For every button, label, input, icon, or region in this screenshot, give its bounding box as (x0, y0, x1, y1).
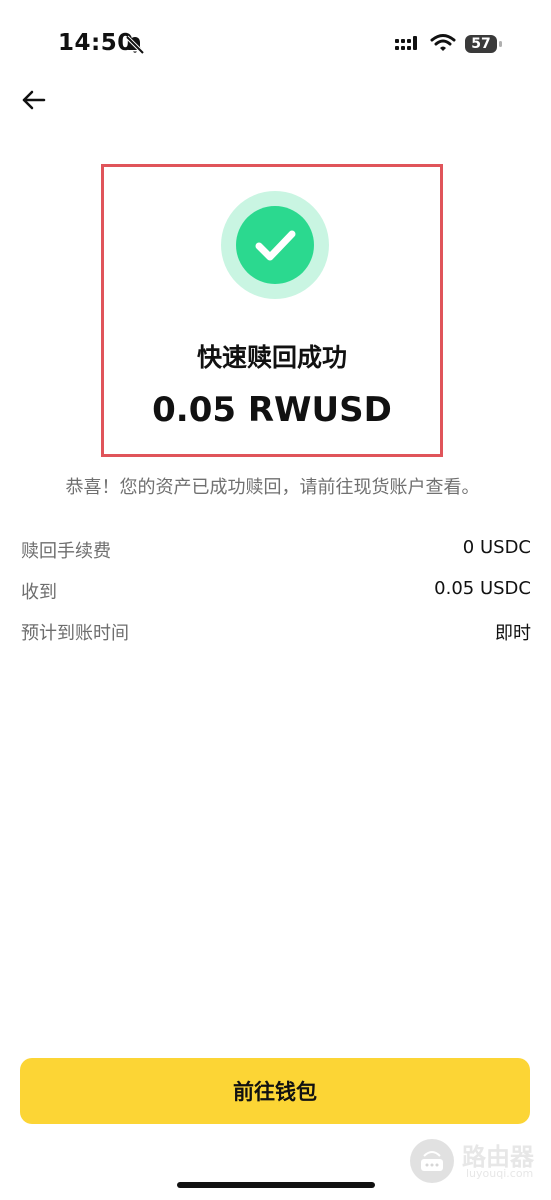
watermark-logo-icon (410, 1139, 454, 1183)
home-indicator[interactable] (177, 1182, 375, 1188)
watermark: 路由器 luyouqi.com (410, 1135, 545, 1185)
detail-row-fee: 赎回手续费 0 USDC (21, 537, 531, 565)
go-to-wallet-label: 前往钱包 (233, 1081, 317, 1104)
detail-value: 即时 (495, 623, 531, 644)
back-button[interactable] (18, 84, 52, 118)
detail-row-received: 收到 0.05 USDC (21, 578, 531, 606)
watermark-subtext: luyouqi.com (466, 1167, 534, 1180)
detail-label: 预计到账时间 (21, 623, 129, 644)
bell-off-icon (124, 34, 146, 56)
detail-value: 0 USDC (462, 537, 531, 558)
signal-icon (394, 34, 420, 54)
status-bar: 14:50 57 (0, 0, 551, 90)
wifi-icon (430, 33, 456, 53)
battery-level: 57 (465, 35, 497, 53)
go-to-wallet-button[interactable]: 前往钱包 (20, 1058, 530, 1124)
arrow-left-icon (22, 90, 46, 110)
detail-label: 收到 (21, 582, 57, 603)
result-title: 快速赎回成功 (196, 343, 347, 372)
battery-tip (499, 41, 502, 47)
result-amount: 0.05 RWUSD (152, 390, 392, 430)
success-message: 恭喜！您的资产已成功赎回，请前往现货账户查看。 (65, 477, 480, 498)
detail-row-arrival-time: 预计到账时间 即时 (21, 619, 531, 647)
status-time: 14:50 (58, 30, 134, 56)
check-circle-icon (255, 230, 296, 261)
battery-icon: 57 (465, 33, 503, 55)
detail-label: 赎回手续费 (21, 541, 111, 562)
detail-value: 0.05 USDC (434, 578, 531, 599)
